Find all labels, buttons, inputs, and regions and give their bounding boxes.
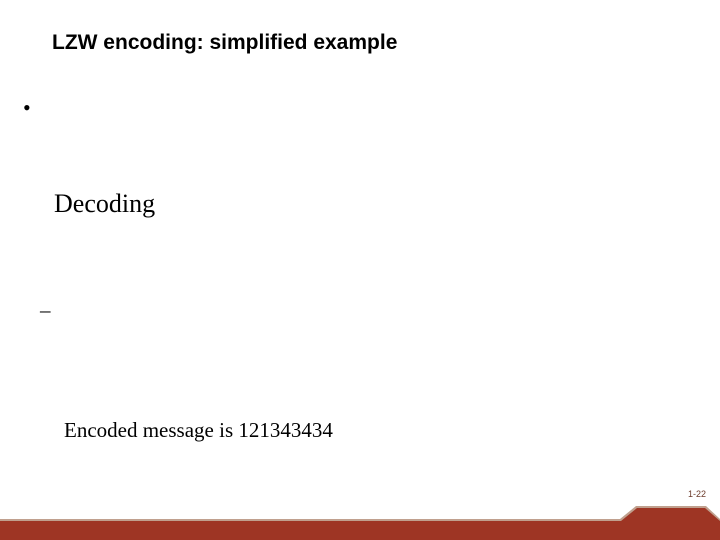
dash-icon: – <box>40 298 51 322</box>
bullet-level2-label: Encoded message is 121343434 <box>64 418 333 442</box>
footer-main-shape <box>0 508 720 540</box>
page-number: 1-22 <box>687 489 706 499</box>
page-title: LZW encoding: simplified example <box>52 31 398 54</box>
footer-band-shape <box>0 506 720 540</box>
bullet-dot-icon: • <box>23 95 31 120</box>
bullet-level1: • Decoding <box>0 92 720 284</box>
slide: LZW encoding: simplified example • Decod… <box>0 0 720 540</box>
footer-decoration <box>0 506 720 540</box>
bullet-level1-label: Decoding <box>54 189 156 218</box>
bullet-level2-1: – Encoded message is 121343434 <box>40 290 720 530</box>
slide-body: • Decoding – Encoded message is 12134343… <box>0 92 720 540</box>
